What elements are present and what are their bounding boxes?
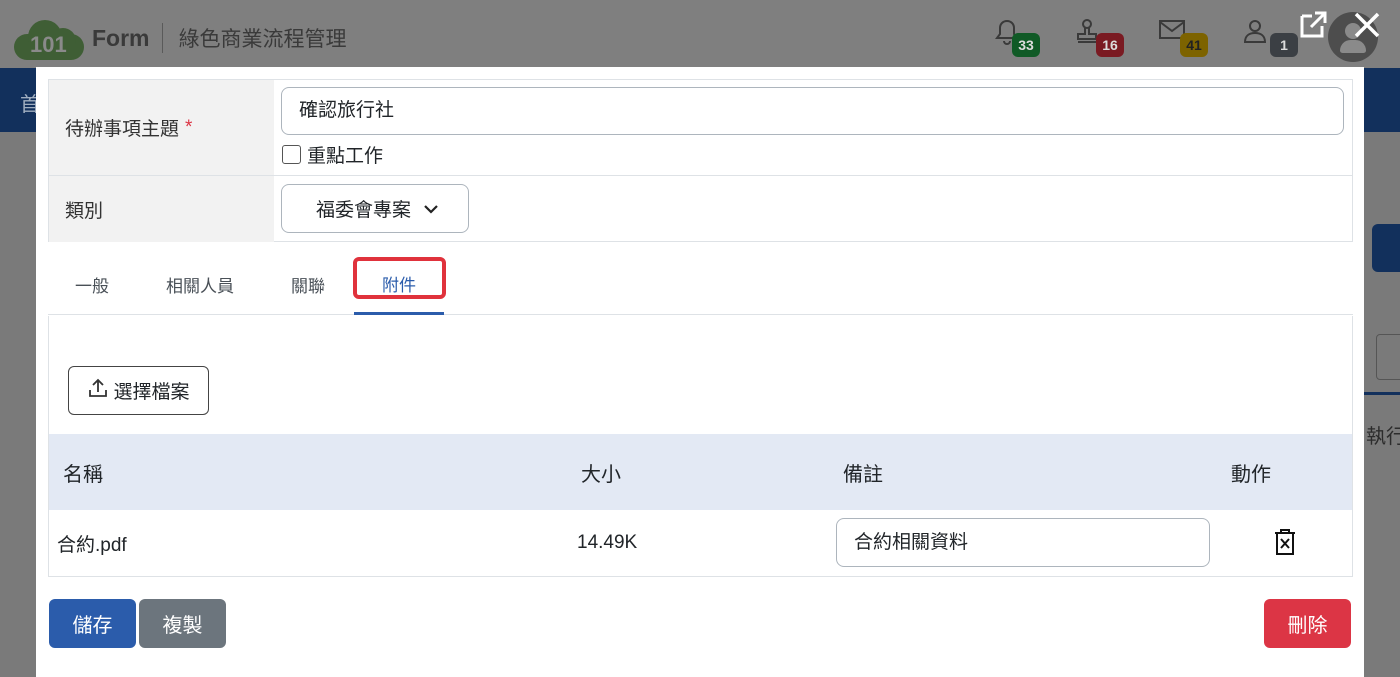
file-name[interactable]: 合約.pdf [57,510,127,576]
attachments-panel: 選擇檔案 名稱 大小 備註 動作 合約.pdf 14.49K 合約相關資料 [48,316,1353,577]
tab-bar: 一般 相關人員 關聯 附件 [48,255,1353,315]
todo-modal: 待辦事項主題 * 確認旅行社 重點工作 類別 福委會專案 一般 相關人員 關聯 … [36,67,1364,677]
notifications-badge: 33 [1012,33,1040,57]
header-name: 名稱 [63,463,103,486]
category-label: 類別 [49,176,274,242]
right-content-fragment [1364,132,1400,677]
table-row: 合約.pdf 14.49K 合約相關資料 [49,510,1352,576]
approvals-badge: 16 [1096,33,1124,57]
background-button-fragment [1372,224,1400,272]
subject-row: 待辦事項主題 * 確認旅行社 重點工作 [49,80,1352,176]
header-action: 動作 [1231,463,1271,486]
important-label: 重點工作 [307,146,384,167]
external-link-icon[interactable] [1296,8,1330,42]
attachments-table-header: 名稱 大小 備註 動作 [49,434,1352,510]
tab-general[interactable]: 一般 [64,255,120,314]
background-input-fragment [1376,334,1400,380]
tab-related-people[interactable]: 相關人員 [152,255,248,314]
category-select[interactable]: 福委會專案 [281,184,469,233]
users-badge: 1 [1270,33,1298,57]
delete-button[interactable]: 刪除 [1264,599,1351,648]
tab-links[interactable]: 關聯 [280,255,336,314]
chevron-down-icon [423,198,439,220]
category-value: 福委會專案 [316,200,412,221]
sidebar-fragment [0,132,36,677]
messages-badge: 41 [1180,33,1208,57]
important-checkbox[interactable] [282,145,301,164]
background-text-fragment: 執行 [1366,426,1400,448]
required-mark: * [185,116,193,138]
subject-label-text: 待辦事項主題 [65,119,180,140]
important-checkbox-row[interactable]: 重點工作 [282,141,383,168]
logo-divider [161,23,163,53]
logo-text: Form [92,24,150,51]
header-size: 大小 [581,463,621,486]
close-icon[interactable] [1350,8,1384,42]
header-note: 備註 [843,463,883,486]
logo-number: 101 [30,32,67,57]
subject-label: 待辦事項主題 * [49,80,274,175]
app-header: 101 Form 綠色商業流程管理 33 16 41 1 [0,0,1400,68]
app-title: 綠色商業流程管理 [178,28,347,51]
choose-file-label: 選擇檔案 [113,382,190,403]
user-icon[interactable] [1242,18,1272,48]
file-note-input[interactable]: 合約相關資料 [836,518,1210,567]
upload-icon [87,377,109,405]
todo-form-table: 待辦事項主題 * 確認旅行社 重點工作 類別 福委會專案 [48,79,1353,242]
file-size: 14.49K [577,532,638,553]
copy-button[interactable]: 複製 [139,599,226,648]
app-logo: 101 Form 綠色商業流程管理 [14,16,347,60]
logo-cloud-icon: 101 [14,16,84,60]
choose-file-button[interactable]: 選擇檔案 [68,366,209,415]
background-tab-underline [1364,392,1400,395]
trash-icon[interactable] [1273,527,1297,557]
save-button[interactable]: 儲存 [49,599,136,648]
attachments-tab-highlight [353,257,446,299]
subject-input[interactable]: 確認旅行社 [281,87,1344,135]
category-row: 類別 福委會專案 [49,176,1352,242]
